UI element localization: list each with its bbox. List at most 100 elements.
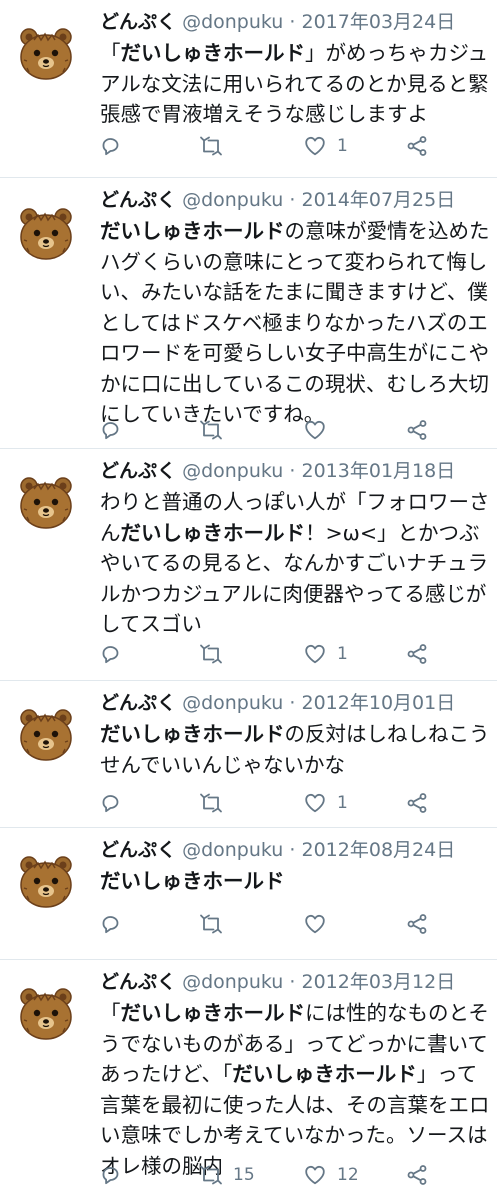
- separator-dot: ·: [289, 839, 296, 861]
- like-button[interactable]: [303, 906, 337, 942]
- like-count: 1: [337, 793, 348, 813]
- tweet-text: 「だいしゅきホールドには性的なものとそうでないものがある」ってどっかに書いてあっ…: [100, 998, 491, 1181]
- reply-button[interactable]: [98, 906, 122, 942]
- display-name[interactable]: どんぷく: [100, 11, 176, 33]
- share-icon: [407, 644, 427, 664]
- tweet-date[interactable]: 2013年01月18日: [302, 460, 456, 482]
- avatar[interactable]: [12, 701, 80, 769]
- like-count: 1: [337, 136, 348, 156]
- share-button[interactable]: [405, 785, 429, 821]
- share-button[interactable]: [405, 1157, 429, 1193]
- user-handle[interactable]: @donpuku: [182, 839, 283, 861]
- tweet-actions: 15 12: [0, 1157, 497, 1193]
- avatar[interactable]: [12, 200, 80, 268]
- highlighted-keyword: だいしゅきホールド: [100, 722, 285, 746]
- retweet-button[interactable]: [199, 412, 233, 448]
- heart-outline-icon: [305, 136, 325, 156]
- reply-button[interactable]: [98, 128, 122, 164]
- highlighted-keyword: だいしゅきホールド: [100, 219, 285, 243]
- retweet-button[interactable]: [199, 128, 233, 164]
- reply-bubble-icon: [102, 422, 119, 440]
- reply-bubble-icon: [102, 1167, 119, 1185]
- tweet-text: だいしゅきホールドの意味が愛情を込めたハグくらいの意味にとって変わられて悔しい、…: [100, 216, 491, 430]
- highlighted-keyword: だいしゅきホールド: [120, 1001, 306, 1025]
- tweet-feed: どんぷく @donpuku · 2017年03月24日「だいしゅきホールド」がめ…: [0, 0, 497, 1200]
- tweet[interactable]: どんぷく @donpuku · 2012年08月24日だいしゅきホールド: [0, 828, 497, 960]
- like-count: 12: [337, 1165, 359, 1185]
- bear-face-icon: [12, 980, 80, 1048]
- share-button[interactable]: [405, 412, 429, 448]
- tweet[interactable]: どんぷく @donpuku · 2013年01月18日 わりと普通の人っぽい人が「…: [0, 449, 497, 681]
- tweet-actions: [0, 906, 497, 942]
- reply-bubble-icon: [102, 646, 119, 664]
- highlighted-keyword: だいしゅきホールド: [120, 41, 306, 65]
- tweet-date[interactable]: 2017年03月24日: [302, 11, 456, 33]
- tweet-date[interactable]: 2012年03月12日: [302, 971, 456, 993]
- retweet-icon: [200, 1165, 222, 1185]
- bear-face-icon: [12, 20, 80, 88]
- tweet-text: だいしゅきホールド: [100, 866, 491, 897]
- tweet-date[interactable]: 2012年08月24日: [302, 839, 456, 861]
- display-name[interactable]: どんぷく: [100, 692, 176, 714]
- reply-button[interactable]: [98, 1157, 122, 1193]
- heart-outline-icon: [305, 1165, 325, 1185]
- tweet-actions: [0, 412, 497, 448]
- display-name[interactable]: どんぷく: [100, 839, 176, 861]
- tweet-actions: 1: [0, 785, 497, 821]
- separator-dot: ·: [289, 11, 296, 33]
- share-button[interactable]: [405, 128, 429, 164]
- retweet-button[interactable]: [199, 636, 233, 672]
- like-button[interactable]: 12: [303, 1157, 359, 1193]
- share-icon: [407, 793, 427, 813]
- retweet-icon: [200, 644, 222, 664]
- display-name[interactable]: どんぷく: [100, 460, 176, 482]
- reply-button[interactable]: [98, 785, 122, 821]
- user-handle[interactable]: @donpuku: [182, 11, 283, 33]
- tweet[interactable]: どんぷく @donpuku · 2012年10月01日 だいしゅきホールドの反対は…: [0, 681, 497, 828]
- heart-outline-icon: [305, 420, 325, 440]
- like-button[interactable]: 1: [303, 636, 348, 672]
- avatar[interactable]: [12, 469, 80, 537]
- tweet-text-segment: の意味が愛情を込めたハグくらいの意味にとって変わられて悔しい、みたいな話をたまに…: [100, 219, 490, 426]
- tweet[interactable]: どんぷく @donpuku · 2017年03月24日「だいしゅきホールド」がめ…: [0, 0, 497, 178]
- retweet-button[interactable]: [199, 906, 233, 942]
- tweet-date[interactable]: 2014年07月25日: [302, 189, 456, 211]
- share-icon: [407, 914, 427, 934]
- reply-button[interactable]: [98, 636, 122, 672]
- retweet-button[interactable]: [199, 785, 233, 821]
- avatar[interactable]: [12, 20, 80, 88]
- like-button[interactable]: 1: [303, 785, 348, 821]
- like-button[interactable]: [303, 412, 337, 448]
- retweet-icon: [200, 420, 222, 440]
- tweet[interactable]: どんぷく @donpuku · 2012年03月12日 「だいしゅきホールドには性…: [0, 960, 497, 1200]
- separator-dot: ·: [289, 189, 296, 211]
- tweet-text: わりと普通の人っぽい人が「フォロワーさんだいしゅきホールド！>ω<」とかつぶやい…: [100, 487, 491, 640]
- bear-face-icon: [12, 469, 80, 537]
- share-button[interactable]: [405, 636, 429, 672]
- user-handle[interactable]: @donpuku: [182, 692, 283, 714]
- display-name[interactable]: どんぷく: [100, 971, 176, 993]
- display-name[interactable]: どんぷく: [100, 189, 176, 211]
- share-icon: [407, 420, 427, 440]
- reply-button[interactable]: [98, 412, 122, 448]
- user-handle[interactable]: @donpuku: [182, 460, 283, 482]
- share-icon: [407, 136, 427, 156]
- retweet-count: 15: [233, 1165, 255, 1185]
- reply-bubble-icon: [102, 795, 119, 813]
- share-icon: [407, 1165, 427, 1185]
- share-button[interactable]: [405, 906, 429, 942]
- user-handle[interactable]: @donpuku: [182, 189, 283, 211]
- like-button[interactable]: 1: [303, 128, 348, 164]
- user-handle[interactable]: @donpuku: [182, 971, 283, 993]
- tweet-date[interactable]: 2012年10月01日: [302, 692, 456, 714]
- retweet-button[interactable]: 15: [199, 1157, 255, 1193]
- bear-face-icon: [12, 701, 80, 769]
- tweet-actions: 1: [0, 636, 497, 672]
- tweet-text-segment: 「: [100, 41, 121, 65]
- tweet-actions: 1: [0, 128, 497, 164]
- tweet-header: どんぷく @donpuku · 2014年07月25日: [100, 186, 489, 214]
- tweet[interactable]: どんぷく @donpuku · 2014年07月25日 だいしゅきホールドの意味が…: [0, 178, 497, 449]
- tweet-text: 「だいしゅきホールド」がめっちゃカジュアルな文法に用いられてるのとか見ると緊張感…: [100, 38, 491, 130]
- bear-face-icon: [12, 200, 80, 268]
- avatar[interactable]: [12, 980, 80, 1048]
